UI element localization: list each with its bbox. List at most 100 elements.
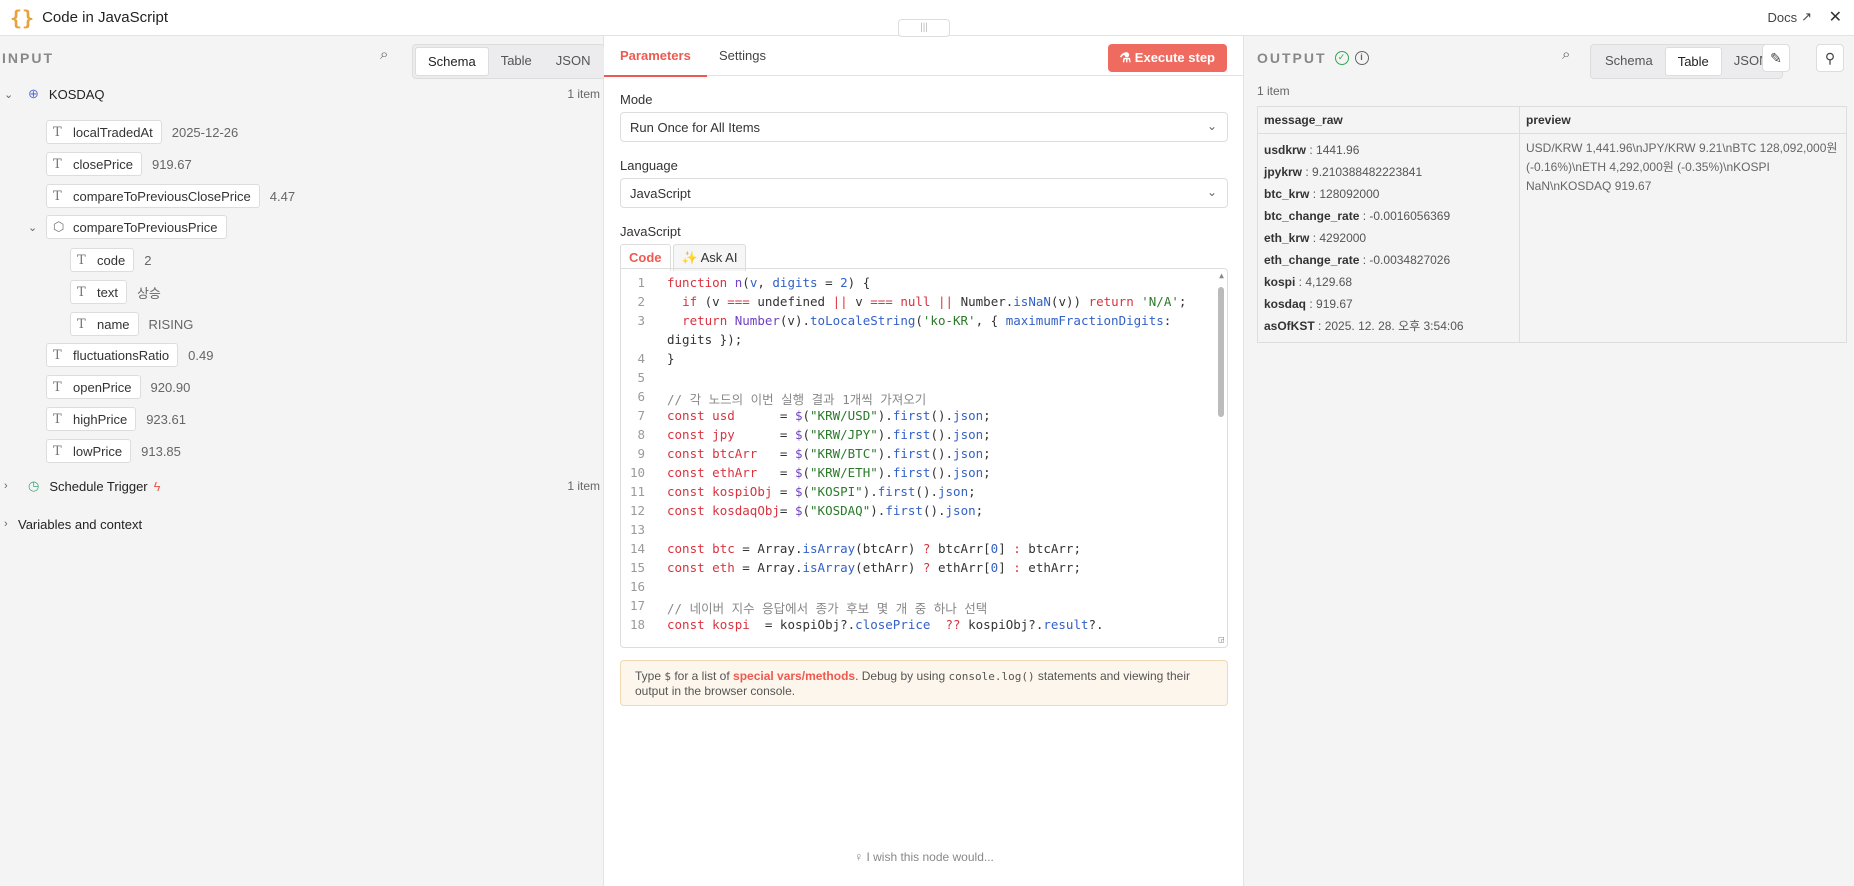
tab-json[interactable]: JSON (544, 47, 603, 76)
text-type-icon: T (53, 156, 62, 172)
preview-cell: USD/KRW 1,441.96\nJPY/KRW 9.21\nBTC 128,… (1519, 133, 1847, 343)
field-key: compareToPreviousPrice (73, 219, 218, 235)
tab-schema[interactable]: Schema (1593, 47, 1665, 76)
chevron-down-icon[interactable]: ⌄ (28, 221, 40, 234)
tab-table[interactable]: Table (1664, 47, 1722, 76)
field-value: 상승 (136, 285, 161, 301)
field-pill[interactable]: Ttext (70, 280, 127, 304)
execute-step-button[interactable]: ⚗ Execute step (1107, 44, 1227, 72)
field-value: 920.90 (150, 379, 191, 395)
kv-row: eth_change_rate : -0.0034827026 (1264, 253, 1451, 267)
kv-value: 4,129.68 (1305, 275, 1353, 289)
kv-value: 4292000 (1319, 231, 1367, 245)
kv-key: eth_change_rate (1264, 253, 1360, 267)
feedback-label: I wish this node would... (866, 850, 994, 864)
node-name: Schedule Trigger (49, 478, 148, 494)
kv-value: 2025. 12. 28. 오후 3:54:06 (1324, 319, 1464, 333)
tab-schema[interactable]: Schema (415, 47, 489, 76)
field-pill[interactable]: Tname (70, 312, 139, 336)
kv-row: eth_krw : 4292000 (1264, 231, 1367, 245)
kv-key: asOfKST (1264, 319, 1315, 333)
cube-icon: ⬡ (53, 219, 65, 235)
output-label: OUTPUT (1257, 50, 1327, 66)
column-header: message_raw (1257, 106, 1520, 134)
kv-key: kospi (1264, 275, 1296, 289)
variables-and-context[interactable]: › Variables and context (4, 512, 142, 536)
success-check-icon: ✓ (1334, 51, 1349, 65)
kv-row: btc_krw : 128092000 (1264, 187, 1380, 201)
search-icon[interactable]: ⌕ (1562, 46, 1570, 63)
field-pill[interactable]: TclosePrice (46, 152, 142, 176)
tab-parameters[interactable]: Parameters (604, 48, 707, 77)
node-schedule-trigger[interactable]: › ◷ Schedule Trigger ϟ 1 item (4, 474, 600, 498)
input-view-tabs: Schema Table JSON (412, 44, 606, 79)
field-key: openPrice (73, 379, 132, 395)
field-pill[interactable]: ⬡ compareToPreviousPrice (46, 215, 227, 239)
docs-link[interactable]: Docs ↗ (1767, 9, 1812, 25)
kv-key: jpykrw (1264, 165, 1303, 179)
mode-select[interactable]: Run Once for All Items ⌄ (620, 112, 1228, 142)
feedback-link[interactable]: ♀ I wish this node would... (604, 850, 1244, 864)
field-key: name (97, 316, 130, 332)
edit-icon[interactable]: ✎ (1762, 44, 1790, 72)
message-raw-cell: usdkrw : 1441.96 jpykrw : 9.210388482223… (1257, 133, 1520, 343)
scroll-up-icon[interactable]: ▲ (1219, 271, 1224, 280)
field-pill[interactable]: TlocalTradedAt (46, 120, 162, 144)
search-icon[interactable]: ⌕ (380, 46, 388, 63)
input-panel: INPUT ⌕ Schema Table JSON ⌄ ⊕ KOSDAQ 1 i… (0, 36, 606, 886)
close-icon[interactable]: ✕ (1829, 7, 1842, 27)
field-pill[interactable]: TlowPrice (46, 439, 132, 463)
chevron-down-icon: ⌄ (1206, 119, 1217, 133)
lightbulb-icon: ♀ (854, 850, 867, 864)
text-type-icon: T (53, 124, 62, 140)
editor-scrollbar[interactable] (1218, 287, 1224, 417)
resize-icon[interactable]: ◲ (1219, 635, 1224, 645)
info-icon[interactable]: i (1354, 51, 1369, 65)
field-pill[interactable]: TcompareToPreviousClosePrice (46, 184, 260, 208)
text-type-icon: T (77, 284, 86, 300)
sparkle-icon: ✨ (681, 250, 698, 265)
field-key: closePrice (73, 156, 133, 172)
field-key: code (97, 252, 126, 268)
output-table: message_raw preview usdkrw : 1441.96 jpy… (1257, 106, 1847, 343)
kv-key: btc_change_rate (1264, 209, 1360, 223)
field-pill[interactable]: TfluctuationsRatio (46, 343, 179, 367)
drag-handle[interactable]: ||| (898, 19, 950, 37)
field-pill[interactable]: Tcode (70, 248, 135, 272)
hint-dollar: $ (664, 670, 671, 683)
field-key: compareToPreviousClosePrice (73, 188, 251, 204)
language-select[interactable]: JavaScript ⌄ (620, 178, 1228, 208)
node-kosdaq[interactable]: ⌄ ⊕ KOSDAQ 1 item (4, 82, 600, 106)
code-label: JavaScript (620, 224, 681, 239)
chevron-right-icon: › (4, 480, 8, 492)
tab-table[interactable]: Table (489, 47, 544, 76)
input-label: INPUT (2, 50, 54, 66)
language-label: Language (620, 158, 678, 173)
text-type-icon: T (77, 252, 86, 268)
field-key: localTradedAt (73, 124, 153, 140)
tab-settings[interactable]: Settings (719, 48, 766, 63)
kv-key: kosdaq (1264, 297, 1307, 311)
tab-code[interactable]: Code (620, 244, 671, 271)
kv-key: btc_krw (1264, 187, 1310, 201)
field-value: 923.61 (146, 411, 186, 427)
code-editor[interactable]: 1 function n(v, digits = 2) { 2 if (v ===… (620, 268, 1228, 648)
text-type-icon: T (53, 443, 62, 459)
field-key: highPrice (73, 411, 128, 427)
pin-icon[interactable]: ⚲ (1816, 44, 1844, 72)
node-title[interactable]: Code in JavaScript (42, 9, 168, 26)
ask-ai-button[interactable]: ✨ Ask AI (672, 244, 747, 271)
field-pill[interactable]: TopenPrice (46, 375, 141, 399)
kv-value: -0.0016056369 (1369, 209, 1451, 223)
field-value: 4.47 (269, 188, 296, 204)
table-row: usdkrw : 1441.96 jpykrw : 9.210388482223… (1257, 133, 1847, 343)
field-value: 913.85 (141, 443, 181, 459)
special-vars-link[interactable]: special vars/methods (733, 669, 855, 683)
code-braces-icon: {} (10, 5, 35, 30)
kv-row: btc_change_rate : -0.0016056369 (1264, 209, 1451, 223)
field-pill[interactable]: ThighPrice (46, 407, 137, 431)
output-panel: OUTPUT ✓ i 1 item ⌕ Schema Table JSON ✎ … (1244, 36, 1854, 886)
ask-ai-label: Ask AI (700, 250, 738, 265)
kv-value: 919.67 (1316, 297, 1353, 311)
kv-value: 1441.96 (1316, 143, 1360, 157)
